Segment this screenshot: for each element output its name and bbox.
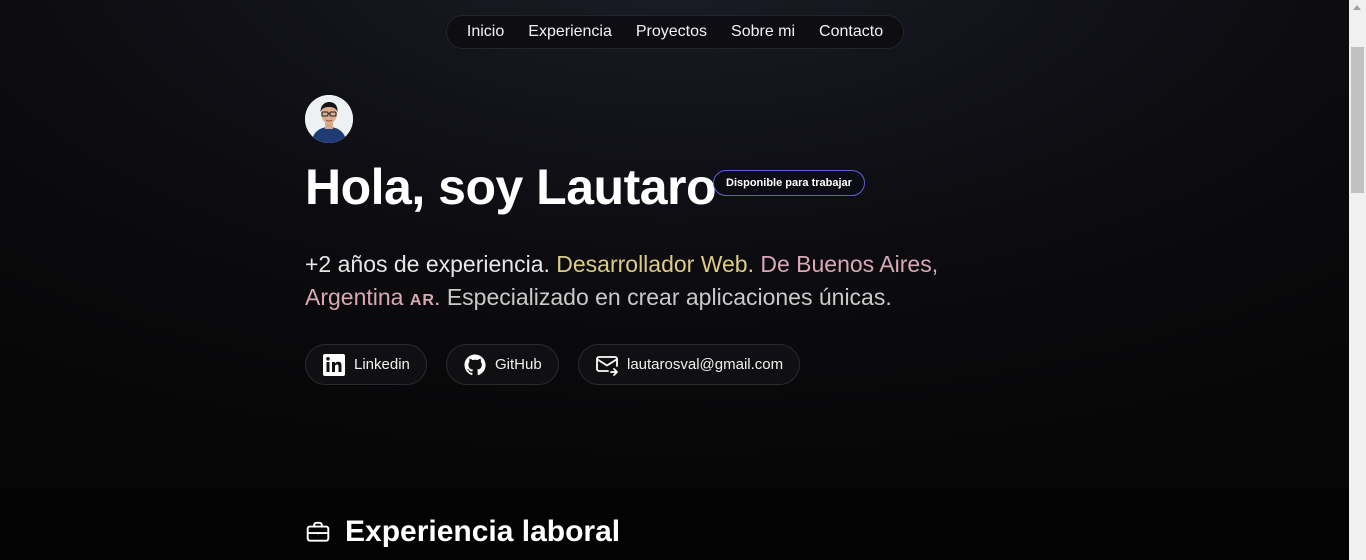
linkedin-label: Linkedin bbox=[354, 356, 410, 373]
linkedin-button[interactable]: Linkedin bbox=[305, 344, 427, 385]
intro-specialty: Especializado en crear aplicaciones únic… bbox=[446, 284, 892, 310]
country-code: AR. bbox=[409, 292, 441, 309]
intro-role-highlight: Desarrollador Web. bbox=[556, 251, 754, 277]
section-title: Experiencia laboral bbox=[345, 515, 621, 548]
github-icon bbox=[464, 354, 486, 375]
nav-item-inicio[interactable]: Inicio bbox=[467, 24, 504, 40]
availability-badge[interactable]: Disponible para trabajar bbox=[713, 170, 865, 196]
github-label: GitHub bbox=[495, 356, 542, 373]
email-label: lautarosval@gmail.com bbox=[627, 356, 784, 373]
nav-item-contacto[interactable]: Contacto bbox=[819, 24, 883, 40]
vertical-scrollbar[interactable] bbox=[1349, 0, 1366, 560]
email-button[interactable]: lautarosval@gmail.com bbox=[578, 344, 801, 385]
github-button[interactable]: GitHub bbox=[446, 344, 559, 385]
briefcase-icon bbox=[306, 521, 330, 542]
page-viewport: Inicio Experiencia Proyectos Sobre mi Co… bbox=[0, 0, 1349, 560]
nav-item-experiencia[interactable]: Experiencia bbox=[528, 24, 612, 40]
mail-icon bbox=[596, 355, 618, 376]
top-nav: Inicio Experiencia Proyectos Sobre mi Co… bbox=[446, 15, 904, 49]
hero-intro: +2 años de experiencia. Desarrollador We… bbox=[305, 248, 985, 317]
section-background bbox=[0, 488, 1349, 560]
nav-item-proyectos[interactable]: Proyectos bbox=[636, 24, 707, 40]
scroll-up-arrow-icon[interactable] bbox=[1353, 5, 1361, 10]
linkedin-icon bbox=[323, 353, 345, 376]
scrollbar-thumb[interactable] bbox=[1351, 47, 1364, 193]
hero-title: Hola, soy Lautaro bbox=[305, 159, 717, 215]
avatar-photo-icon bbox=[305, 95, 353, 143]
nav-item-sobre-mi[interactable]: Sobre mi bbox=[731, 24, 795, 40]
avatar bbox=[305, 95, 353, 143]
intro-text: +2 años de experiencia. bbox=[305, 251, 557, 277]
experience-section-heading: Experiencia laboral bbox=[305, 512, 620, 552]
